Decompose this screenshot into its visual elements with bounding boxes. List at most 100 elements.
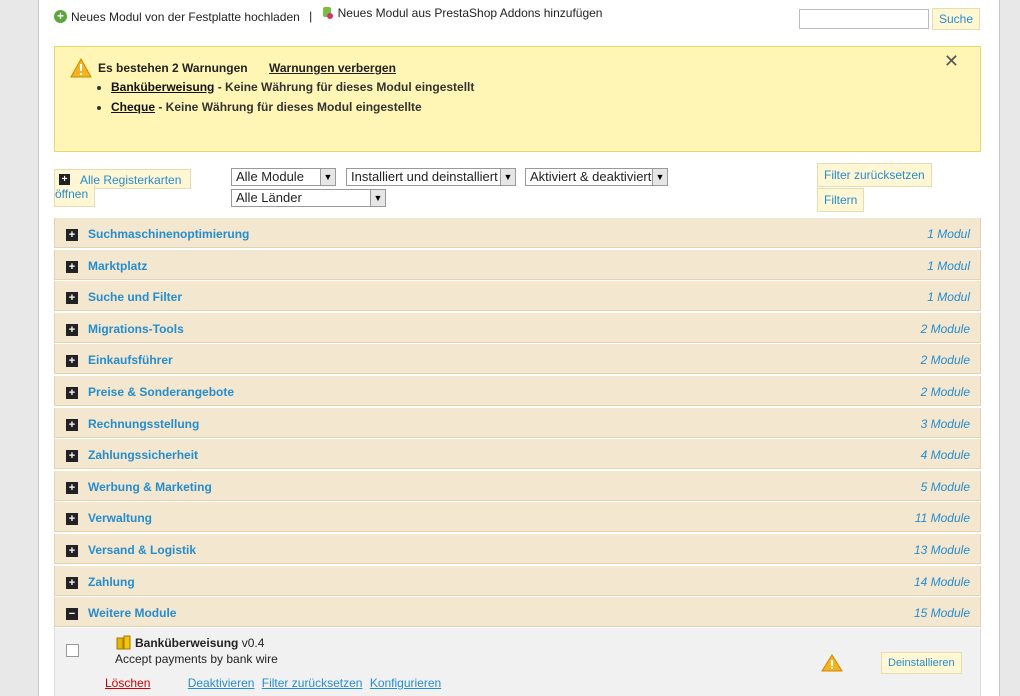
expand-icon: + xyxy=(66,450,78,463)
module-name: Banküberweisung v0.4 xyxy=(135,636,264,650)
expand-icon: + xyxy=(66,292,78,305)
country-select-value: Alle Länder xyxy=(236,190,302,205)
warning-item: Banküberweisung - Keine Währung für dies… xyxy=(111,80,474,94)
warning-icon xyxy=(70,58,92,78)
hide-warnings-link[interactable]: Warnungen verbergen xyxy=(269,61,396,75)
close-icon[interactable]: ✕ xyxy=(944,51,959,72)
category-name: Zahlung xyxy=(88,574,135,589)
category-name: Preise & Sonderangebote xyxy=(88,384,235,399)
top-links: + Neues Modul von der Festplatte hochlad… xyxy=(54,6,602,24)
modules-select[interactable]: Alle Module ▼ xyxy=(231,168,336,186)
category-count: 4 Module xyxy=(920,448,970,463)
active-select[interactable]: Aktiviert & deaktiviert ▼ xyxy=(525,168,668,186)
warning-text: - Keine Währung für dieses Modul eingest… xyxy=(214,80,475,94)
warning-item: Cheque - Keine Währung für dieses Modul … xyxy=(111,100,474,114)
category-row[interactable]: − Weitere Module 15 Module xyxy=(54,597,981,628)
category-count: 2 Module xyxy=(920,384,970,399)
expand-icon: + xyxy=(66,323,78,336)
category-row[interactable]: + Marktplatz 1 Modul xyxy=(54,249,981,280)
category-count: 2 Module xyxy=(920,353,970,368)
category-name: Werbung & Marketing xyxy=(88,479,212,494)
category-count: 3 Module xyxy=(920,416,970,431)
category-row[interactable]: + Werbung & Marketing 5 Module xyxy=(54,470,981,501)
category-count: 15 Module xyxy=(913,606,970,621)
category-count: 11 Module xyxy=(914,511,970,526)
search-button[interactable]: Suche xyxy=(932,8,981,30)
active-select-value: Aktiviert & deaktiviert xyxy=(530,169,652,184)
installed-select-value: Installiert und deinstalliert xyxy=(351,169,498,184)
warning-text: - Keine Währung für dieses Modul eingest… xyxy=(155,100,422,114)
expand-icon: + xyxy=(66,481,78,494)
category-row[interactable]: + Einkaufsführer 2 Module xyxy=(54,344,981,375)
module-row: Banküberweisung v0.4 Accept payments by … xyxy=(54,628,981,696)
category-name: Versand & Logistik xyxy=(88,542,197,557)
search-input[interactable] xyxy=(799,9,929,29)
add-icon: + xyxy=(54,10,67,23)
expand-icon: + xyxy=(66,260,78,273)
category-name: Rechnungsstellung xyxy=(88,416,200,431)
category-list: + Suchmaschinenoptimierung 1 Modul + Marktp… xyxy=(54,218,981,629)
expand-icon: + xyxy=(59,174,70,185)
upload-module-label: Neues Modul von der Festplatte hochladen xyxy=(71,9,300,24)
addons-icon xyxy=(322,7,333,19)
category-row[interactable]: + Rechnungsstellung 3 Module xyxy=(54,407,981,438)
expand-icon: + xyxy=(66,418,78,431)
category-row[interactable]: + Versand & Logistik 13 Module xyxy=(54,533,981,564)
chevron-down-icon: ▼ xyxy=(370,190,385,206)
module-checkbox[interactable] xyxy=(66,644,79,657)
module-description: Accept payments by bank wire xyxy=(115,652,278,666)
category-row[interactable]: + Preise & Sonderangebote 2 Module xyxy=(54,375,981,406)
category-row[interactable]: + Zahlungssicherheit 4 Module xyxy=(54,439,981,470)
category-count: 1 Modul xyxy=(927,227,970,241)
warning-list: Banküberweisung - Keine Währung für dies… xyxy=(95,80,474,120)
expand-icon: + xyxy=(66,229,78,241)
category-row[interactable]: + Migrations-Tools 2 Module xyxy=(54,312,981,343)
page-container: + Neues Modul von der Festplatte hochlad… xyxy=(38,0,1000,696)
addons-module-link[interactable]: Neues Modul aus PrestaShop Addons hinzuf… xyxy=(322,6,603,20)
category-name: Migrations-Tools xyxy=(88,321,184,336)
uninstall-button[interactable]: Deinstallieren xyxy=(881,652,962,674)
warning-title: Es bestehen 2 Warnungen xyxy=(98,61,248,75)
category-name: Suchmaschinenoptimierung xyxy=(88,227,250,241)
open-all-tabs-button[interactable]: + Alle Registerkarten öffnen xyxy=(54,169,191,207)
reset-filter-button[interactable]: Filter zurücksetzen xyxy=(817,163,932,187)
link-separator: | xyxy=(309,9,313,23)
expand-icon: + xyxy=(66,386,78,399)
addons-module-label: Neues Modul aus PrestaShop Addons hinzuf… xyxy=(337,6,603,20)
category-count: 5 Module xyxy=(920,479,970,494)
delete-link[interactable]: Löschen xyxy=(105,676,150,690)
category-name: Suche und Filter xyxy=(88,290,183,305)
category-count: 1 Modul xyxy=(927,290,970,305)
category-name: Verwaltung xyxy=(88,511,153,526)
expand-icon: + xyxy=(66,355,78,368)
deactivate-link[interactable]: Deaktivieren xyxy=(188,676,255,690)
category-count: 2 Module xyxy=(920,321,970,336)
category-row[interactable]: + Suchmaschinenoptimierung 1 Modul xyxy=(54,218,981,248)
category-row[interactable]: + Zahlung 14 Module xyxy=(54,565,981,596)
upload-module-link[interactable]: + Neues Modul von der Festplatte hochlad… xyxy=(54,10,300,24)
category-row[interactable]: + Verwaltung 11 Module xyxy=(54,502,981,533)
coins-icon xyxy=(116,635,131,650)
chevron-down-icon: ▼ xyxy=(500,169,515,185)
category-row[interactable]: + Suche und Filter 1 Modul xyxy=(54,281,981,312)
category-count: 13 Module xyxy=(913,542,970,557)
configure-link[interactable]: Konfigurieren xyxy=(370,676,441,690)
warning-box: Es bestehen 2 Warnungen Warnungen verber… xyxy=(54,46,981,152)
installed-select[interactable]: Installiert und deinstalliert ▼ xyxy=(346,168,516,186)
open-all-box-line2: öffnen xyxy=(54,185,95,207)
warning-module-link[interactable]: Banküberweisung xyxy=(111,80,214,94)
country-select[interactable]: Alle Länder ▼ xyxy=(231,189,386,207)
category-count: 14 Module xyxy=(913,574,970,589)
module-version: v0.4 xyxy=(238,636,265,650)
category-name: Einkaufsführer xyxy=(88,353,173,368)
filter-button[interactable]: Filtern xyxy=(817,188,865,212)
modules-select-value: Alle Module xyxy=(236,169,304,184)
expand-icon: + xyxy=(66,576,78,589)
category-name: Weitere Module xyxy=(88,606,177,621)
warning-icon xyxy=(821,654,843,672)
reset-link[interactable]: Filter zurücksetzen xyxy=(262,676,363,690)
warning-module-link[interactable]: Cheque xyxy=(111,100,155,114)
chevron-down-icon: ▼ xyxy=(652,169,667,185)
chevron-down-icon: ▼ xyxy=(320,169,335,185)
category-name: Marktplatz xyxy=(88,258,148,273)
